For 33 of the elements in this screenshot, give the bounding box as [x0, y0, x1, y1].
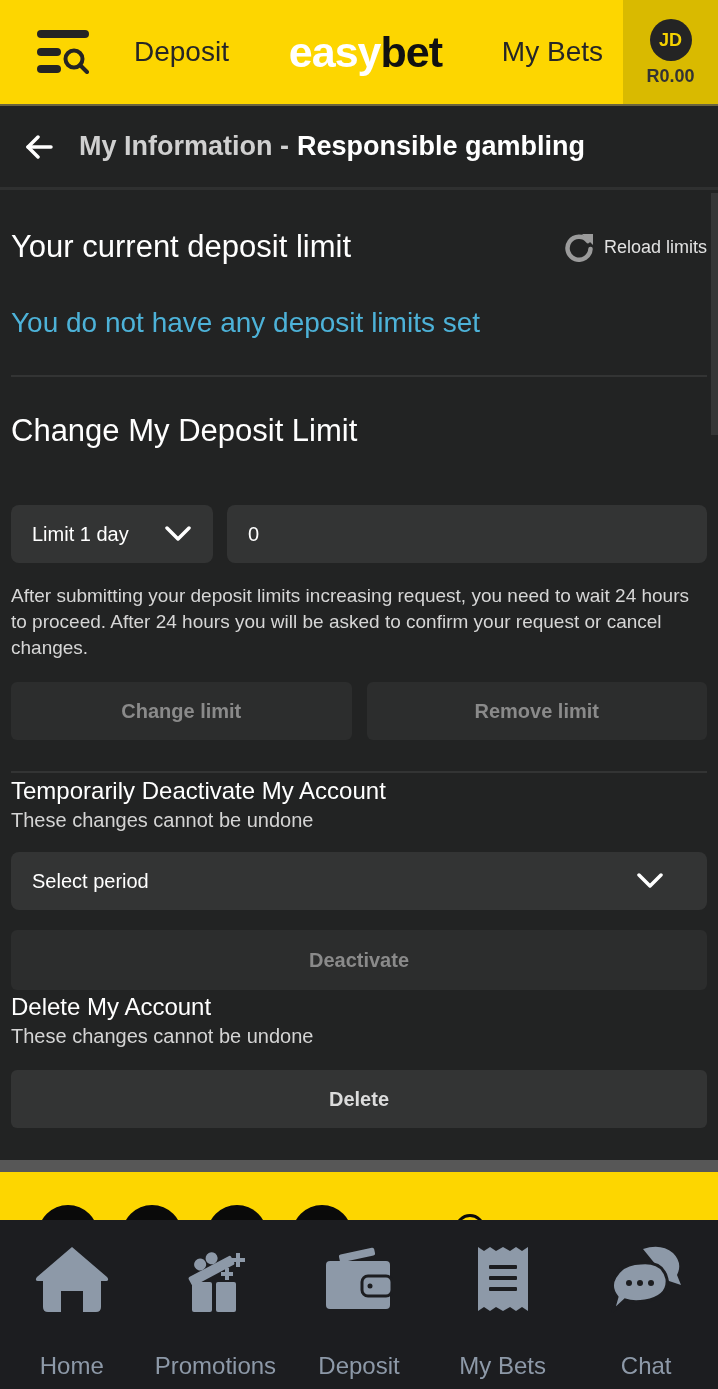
reload-limits-link[interactable]: Reload limits [563, 232, 707, 262]
amount-input[interactable]: 0 [227, 505, 707, 563]
wallet-icon [325, 1247, 393, 1311]
period-select[interactable]: Limit 1 day [11, 505, 213, 563]
avatar[interactable]: JD [649, 19, 692, 61]
nav-item[interactable]: Promotions [143, 1220, 288, 1389]
limit-note: After submitting your deposit limits increasing request, you need to wait 24 hours to proceed. After 24 hours you will be asked to confirm your request or cancel changes. [11, 584, 691, 660]
warning-text: These changes cannot be undone [11, 808, 315, 833]
section-title: Your current deposit limit [11, 227, 352, 266]
chevron-down-icon [165, 526, 191, 542]
nav-item[interactable]: Chat [574, 1220, 718, 1389]
no-limits-message: You do not have any deposit limits set [11, 306, 481, 340]
nav-item[interactable]: Deposit [287, 1220, 431, 1389]
menu-search-icon[interactable] [37, 30, 89, 74]
action-button[interactable]: Delete [11, 1070, 707, 1128]
deactivate-title: Temporarily Deactivate My Account [11, 776, 387, 806]
chevron-down-icon [637, 873, 663, 889]
logo[interactable]: easybet [288, 30, 442, 74]
warning-text: These changes cannot be undone [11, 1024, 315, 1049]
period-select[interactable]: Select period [11, 852, 707, 910]
account-panel[interactable]: JD R0.00 [623, 0, 718, 104]
section-title: Change My Deposit Limit [11, 411, 358, 450]
my-bets-link[interactable]: My Bets [501, 31, 603, 73]
back-arrow-icon[interactable] [25, 134, 53, 159]
breadcrumb-parent[interactable]: My Information - [79, 126, 289, 167]
receipt-icon [475, 1245, 530, 1313]
nav-item[interactable]: My Bets [430, 1220, 575, 1389]
nav-item[interactable]: Home [0, 1220, 144, 1389]
balance-text: R0.00 [646, 67, 695, 85]
deposit-link[interactable]: Deposit [134, 31, 229, 73]
page-title: Responsible gambling [297, 130, 586, 164]
delete-title: Delete My Account [11, 992, 213, 1022]
reload-icon [563, 232, 594, 262]
